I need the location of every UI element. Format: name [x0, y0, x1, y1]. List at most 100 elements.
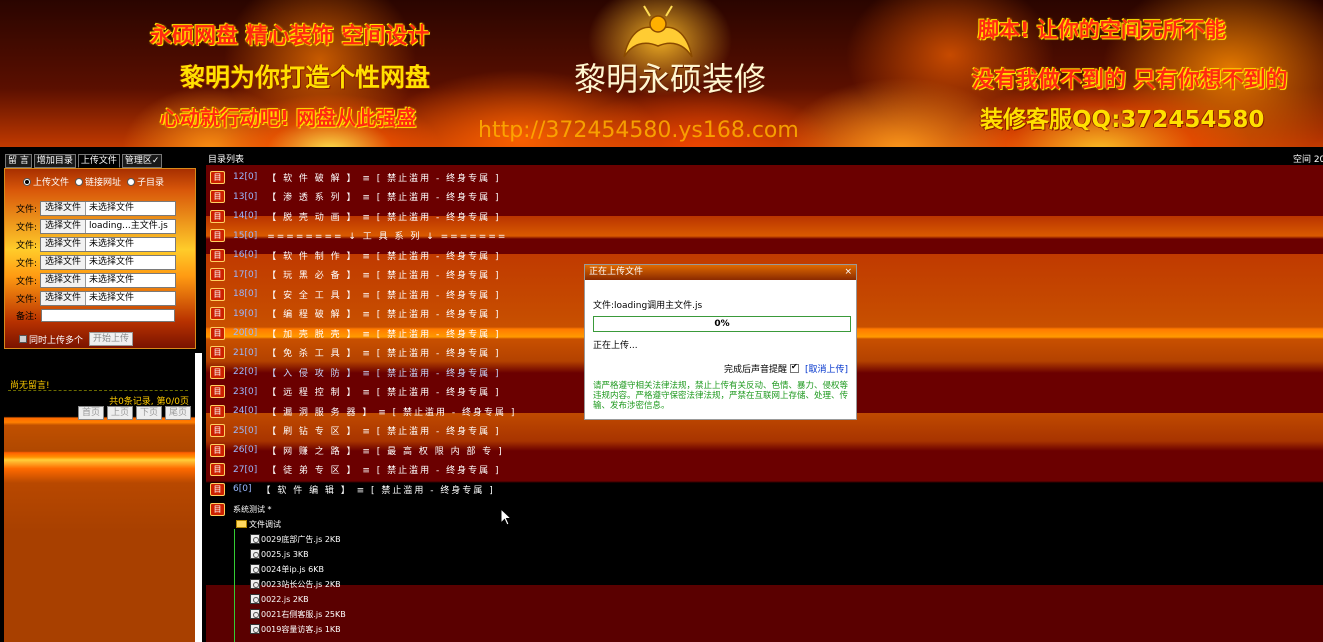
choose-file-button[interactable]: 选择文件: [41, 238, 87, 251]
directory-code: 23[0]: [233, 386, 258, 397]
multi-upload-checkbox[interactable]: [19, 335, 27, 343]
directory-row[interactable]: 目 26[0] 【 网 赚 之 路 】 ≡ [ 最 高 权 限 内 部 专 ]: [210, 442, 504, 458]
directory-name[interactable]: 【 远 程 控 制 】 ≡ [ 禁止滥用 - 终身专属 ]: [267, 385, 500, 398]
file-input[interactable]: 选择文件 未选择文件: [40, 291, 176, 306]
directory-code: 22[0]: [233, 367, 258, 377]
directory-name[interactable]: 【 编 程 破 解 】 ≡ [ 禁止滥用 - 终身专属 ]: [267, 307, 500, 320]
choose-file-button[interactable]: 选择文件: [41, 202, 87, 215]
tree-root[interactable]: 目 系统测试 *: [210, 502, 272, 516]
radio-icon[interactable]: [23, 178, 31, 186]
directory-row[interactable]: 目 17[0] 【 玩 黑 必 备 】 ≡ [ 禁止滥用 - 终身专属 ]: [210, 267, 500, 283]
directory-row[interactable]: 目 6[0] 【 软 件 编 辑 】 ≡ [ 禁止滥用 - 终身专属 ]: [210, 481, 495, 497]
directory-row[interactable]: 目 16[0] 【 软 件 制 作 】 ≡ [ 禁止滥用 - 终身专属 ]: [210, 247, 500, 263]
directory-name[interactable]: 【 徒 弟 专 区 】 ≡ [ 禁止滥用 - 终身专属 ]: [267, 463, 500, 476]
dragon-icon: [623, 5, 693, 58]
folder-icon: 目: [210, 268, 225, 281]
choose-file-button[interactable]: 选择文件: [41, 274, 87, 287]
directory-code: 12[0]: [233, 172, 258, 182]
sound-checkbox[interactable]: [789, 362, 799, 373]
directory-code: 19[0]: [233, 308, 258, 319]
multi-upload-label: 同时上传多个: [29, 335, 84, 346]
file-label: 文件:: [16, 259, 38, 269]
close-icon[interactable]: ×: [844, 265, 852, 280]
tab-add-directory[interactable]: 增加目录: [33, 154, 76, 168]
first-page-button[interactable]: 首页: [77, 406, 104, 420]
directory-row[interactable]: 目 18[0] 【 安 全 工 具 】 ≡ [ 禁止滥用 - 终身专属 ]: [210, 286, 500, 302]
file-item[interactable]: 0025.js 3KB: [250, 548, 309, 560]
tree-line: [234, 529, 235, 642]
banner-url: http://372454580.ys168.com: [478, 118, 799, 143]
prev-page-button[interactable]: 上页: [106, 406, 133, 420]
note-input[interactable]: [41, 309, 176, 322]
tab-admin[interactable]: 管理区✓: [121, 154, 163, 168]
directory-name[interactable]: 【 入 侵 攻 防 】 ≡ [ 禁止滥用 - 终身专属 ]: [267, 366, 500, 379]
directory-name[interactable]: 【 安 全 工 具 】 ≡ [ 禁止滥用 - 终身专属 ]: [267, 288, 500, 301]
radio-icon[interactable]: [75, 178, 84, 186]
next-page-button[interactable]: 下页: [135, 406, 162, 420]
file-item[interactable]: 0024单ip.js 6KB: [250, 563, 324, 575]
directory-code: 21[0]: [233, 347, 258, 358]
directory-row[interactable]: 目 23[0] 【 远 程 控 制 】 ≡ [ 禁止滥用 - 终身专属 ]: [210, 384, 500, 400]
tab-message[interactable]: 留 言: [5, 154, 32, 168]
tree-folder[interactable]: 文件调试: [236, 518, 281, 530]
file-icon: [250, 594, 260, 604]
directory-name[interactable]: 【 软 件 破 解 】 ≡ [ 禁止滥用 - 终身专属 ]: [267, 171, 500, 184]
file-input[interactable]: 选择文件 未选择文件: [40, 273, 176, 288]
upload-mode-file[interactable]: 上传文件: [23, 175, 69, 188]
file-item[interactable]: 0029底部广告.js 2KB: [250, 533, 341, 545]
file-input[interactable]: 选择文件 未选择文件: [40, 255, 176, 270]
left-tabs: 留 言 增加目录 上传文件 管理区✓: [5, 154, 164, 168]
upload-mode-link[interactable]: 链接网址: [75, 175, 121, 188]
directory-name[interactable]: ======== ↓ 工 具 系 列 ↓ =======: [267, 229, 507, 242]
directory-code: 27[0]: [233, 464, 258, 475]
left-panel: 留 言 增加目录 上传文件 管理区✓ 上传文件 链接网址 子目录 文件: 选择文…: [0, 151, 204, 642]
directory-row[interactable]: 目 21[0] 【 免 杀 工 具 】 ≡ [ 禁止滥用 - 终身专属 ]: [210, 345, 500, 361]
tab-upload-file[interactable]: 上传文件: [77, 154, 120, 168]
directory-name[interactable]: 【 漏 洞 服 务 器 】 ≡ [ 禁止滥用 - 终身专属 ]: [267, 405, 516, 418]
file-input[interactable]: 选择文件 未选择文件: [40, 237, 176, 252]
directory-row[interactable]: 目 27[0] 【 徒 弟 专 区 】 ≡ [ 禁止滥用 - 终身专属 ]: [210, 462, 500, 478]
directory-name[interactable]: 【 加 壳 脱 壳 】 ≡ [ 禁止滥用 - 终身专属 ]: [267, 327, 500, 340]
directory-row[interactable]: 目 12[0] 【 软 件 破 解 】 ≡ [ 禁止滥用 - 终身专属 ]: [210, 169, 500, 185]
file-item-label: 0021右侧客服.js 25KB: [261, 609, 346, 619]
directory-row[interactable]: 目 22[0] 【 入 侵 攻 防 】 ≡ [ 禁止滥用 - 终身专属 ]: [210, 364, 500, 380]
directory-name[interactable]: 【 软 件 制 作 】 ≡ [ 禁止滥用 - 终身专属 ]: [267, 249, 500, 262]
folder-icon: 目: [210, 170, 225, 184]
directory-name[interactable]: 【 玩 黑 必 备 】 ≡ [ 禁止滥用 - 终身专属 ]: [267, 268, 500, 281]
choose-file-button[interactable]: 选择文件: [41, 256, 87, 269]
cancel-upload-link[interactable]: [取消上传]: [805, 362, 848, 375]
last-page-button[interactable]: 尾页: [164, 406, 191, 420]
note-label: 备注:: [16, 312, 38, 322]
upload-mode-subdir[interactable]: 子目录: [127, 175, 164, 188]
choose-file-button[interactable]: 选择文件: [41, 292, 87, 305]
upload-status: 正在上传...: [593, 341, 638, 351]
file-input[interactable]: 选择文件 未选择文件: [40, 201, 176, 216]
directory-name[interactable]: 【 网 赚 之 路 】 ≡ [ 最 高 权 限 内 部 专 ]: [267, 444, 503, 457]
directory-code: 16[0]: [233, 250, 258, 260]
file-row: 文件: 选择文件 未选择文件: [16, 273, 176, 288]
directory-row[interactable]: 目 13[0] 【 渗 透 系 列 】 ≡ [ 禁止滥用 - 终身专属 ]: [210, 189, 500, 205]
banner-slogan: 没有我做不到的 只有你想不到的: [972, 68, 1288, 93]
directory-name[interactable]: 【 免 杀 工 具 】 ≡ [ 禁止滥用 - 终身专属 ]: [267, 346, 500, 359]
directory-name[interactable]: 【 软 件 编 辑 】 ≡ [ 禁止滥用 - 终身专属 ]: [261, 483, 494, 496]
file-item[interactable]: 0021右侧客服.js 25KB: [250, 608, 346, 620]
directory-name[interactable]: 【 脱 壳 动 画 】 ≡ [ 禁止滥用 - 终身专属 ]: [267, 210, 500, 223]
directory-row[interactable]: 目 24[0] 【 漏 洞 服 务 器 】 ≡ [ 禁止滥用 - 终身专属 ]: [210, 403, 516, 419]
file-item[interactable]: 0019容量访客.js 1KB: [250, 623, 341, 635]
directory-name[interactable]: 【 渗 透 系 列 】 ≡ [ 禁止滥用 - 终身专属 ]: [267, 190, 500, 203]
radio-icon[interactable]: [127, 178, 136, 186]
file-row: 文件: 选择文件 未选择文件: [16, 201, 176, 216]
directory-name[interactable]: 【 刷 钻 专 区 】 ≡ [ 禁止滥用 - 终身专属 ]: [267, 424, 500, 437]
file-item[interactable]: 0022.js 2KB: [250, 593, 309, 605]
file-row: 文件: 选择文件 loading...主文件.js: [16, 219, 176, 234]
directory-row[interactable]: 目 15[0] ======== ↓ 工 具 系 列 ↓ =======: [210, 228, 507, 244]
start-upload-button[interactable]: 开始上传: [89, 332, 134, 346]
directory-row[interactable]: 目 19[0] 【 编 程 破 解 】 ≡ [ 禁止滥用 - 终身专属 ]: [210, 306, 500, 322]
file-item[interactable]: 0023站长公告.js 2KB: [250, 578, 341, 590]
directory-row[interactable]: 目 20[0] 【 加 壳 脱 壳 】 ≡ [ 禁止滥用 - 终身专属 ]: [210, 325, 500, 341]
file-input[interactable]: 选择文件 loading...主文件.js: [40, 219, 176, 234]
directory-row[interactable]: 目 14[0] 【 脱 壳 动 画 】 ≡ [ 禁止滥用 - 终身专属 ]: [210, 208, 500, 224]
directory-row[interactable]: 目 25[0] 【 刷 钻 专 区 】 ≡ [ 禁止滥用 - 终身专属 ]: [210, 423, 500, 439]
upload-form: 上传文件 链接网址 子目录 文件: 选择文件 未选择文件 文件: 选择文件 lo…: [4, 168, 196, 349]
choose-file-button[interactable]: 选择文件: [41, 220, 87, 233]
